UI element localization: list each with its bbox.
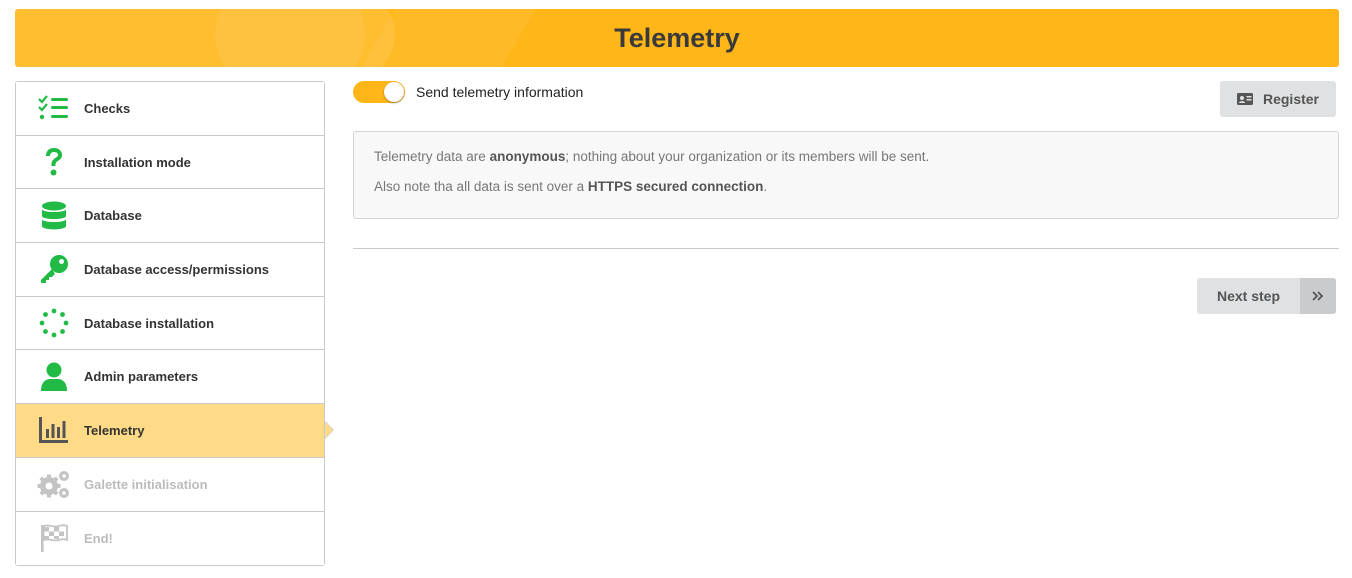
page-title: Telemetry	[614, 23, 740, 53]
register-label: Register	[1262, 91, 1320, 107]
key-icon	[28, 243, 80, 296]
step-end: End!	[16, 511, 324, 566]
step-database-installation[interactable]: Database installation	[16, 296, 324, 351]
send-telemetry-toggle[interactable]	[353, 81, 405, 103]
step-label: Installation mode	[84, 154, 191, 170]
steps-menu: Checks Installation mode Database Databa…	[15, 81, 334, 567]
double-chevron-right-icon	[1300, 278, 1336, 314]
id-card-icon	[1236, 93, 1253, 105]
toggle-knob	[384, 82, 404, 102]
step-label: Database installation	[84, 315, 215, 331]
step-checks[interactable]: Checks	[16, 82, 324, 136]
step-label: Database access/permissions	[84, 261, 269, 277]
step-installation-mode[interactable]: Installation mode	[16, 135, 324, 190]
divider	[353, 248, 1339, 249]
flag-checkered-icon	[28, 512, 80, 566]
telemetry-info-message: Telemetry data are anonymous; nothing ab…	[353, 131, 1339, 219]
step-label: Galette initialisation	[84, 476, 208, 492]
info-line-anonymous: Telemetry data are anonymous; nothing ab…	[374, 149, 930, 164]
step-label: Checks	[84, 100, 131, 116]
next-step-label: Next step	[1216, 288, 1281, 304]
user-icon	[28, 350, 80, 403]
database-icon	[28, 189, 80, 242]
step-admin-parameters[interactable]: Admin parameters	[16, 350, 324, 405]
page-header: Telemetry	[15, 9, 1339, 67]
step-label: Admin parameters	[84, 369, 199, 385]
step-label: End!	[84, 530, 113, 546]
telemetry-toggle-row: Send telemetry information	[353, 81, 583, 103]
step-telemetry[interactable]: Telemetry	[16, 404, 334, 458]
info-line-https: Also note tha all data is sent over a HT…	[374, 179, 768, 194]
next-step-button[interactable]: Next step	[1197, 278, 1336, 314]
register-button[interactable]: Register	[1220, 81, 1336, 117]
step-database-access[interactable]: Database access/permissions	[16, 243, 324, 297]
bar-chart-icon	[28, 404, 80, 457]
send-telemetry-label: Send telemetry information	[416, 84, 584, 100]
cogs-icon	[28, 458, 80, 511]
spinner-icon	[28, 297, 80, 350]
step-galette-initialisation: Galette initialisation	[16, 457, 324, 512]
checklist-icon	[28, 82, 80, 135]
question-icon	[28, 136, 80, 189]
step-label: Telemetry	[84, 422, 145, 438]
step-label: Database	[84, 208, 142, 224]
step-database[interactable]: Database	[16, 189, 324, 244]
